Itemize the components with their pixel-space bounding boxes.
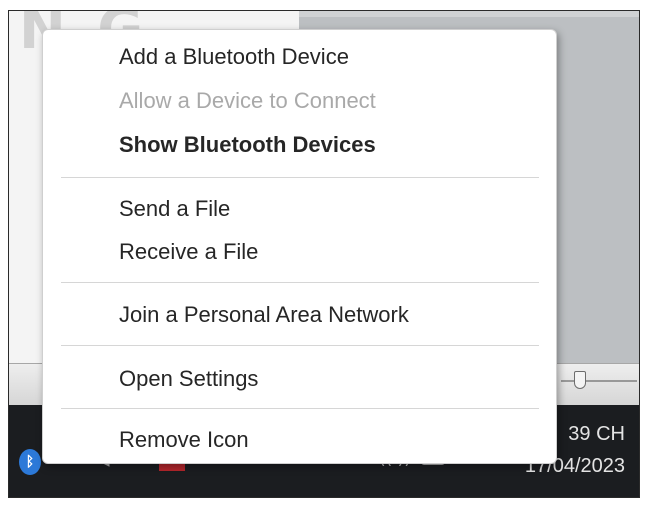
menu-separator [61,177,539,178]
menu-item-remove-icon[interactable]: Remove Icon [119,427,249,453]
menu-separator [61,408,539,409]
menu-item-add-bluetooth-device[interactable]: Add a Bluetooth Device [119,44,349,70]
menu-item-join-personal-area-network[interactable]: Join a Personal Area Network [119,302,409,328]
slider-thumb[interactable] [574,371,586,389]
menu-item-open-settings[interactable]: Open Settings [119,366,258,392]
menu-item-send-file[interactable]: Send a File [119,196,230,222]
bluetooth-context-menu: Add a Bluetooth Device Allow a Device to… [42,29,557,464]
clock-time[interactable]: 39 CH [568,423,625,446]
menu-item-receive-file[interactable]: Receive a File [119,239,258,265]
menu-separator [61,345,539,346]
menu-item-allow-device-to-connect[interactable]: Allow a Device to Connect [119,88,376,114]
menu-item-show-bluetooth-devices[interactable]: Show Bluetooth Devices [119,132,376,158]
slider-track[interactable] [561,380,637,382]
menu-separator [61,282,539,283]
bluetooth-icon[interactable]: ᛒ [19,449,41,475]
background-window-edge [299,11,639,17]
